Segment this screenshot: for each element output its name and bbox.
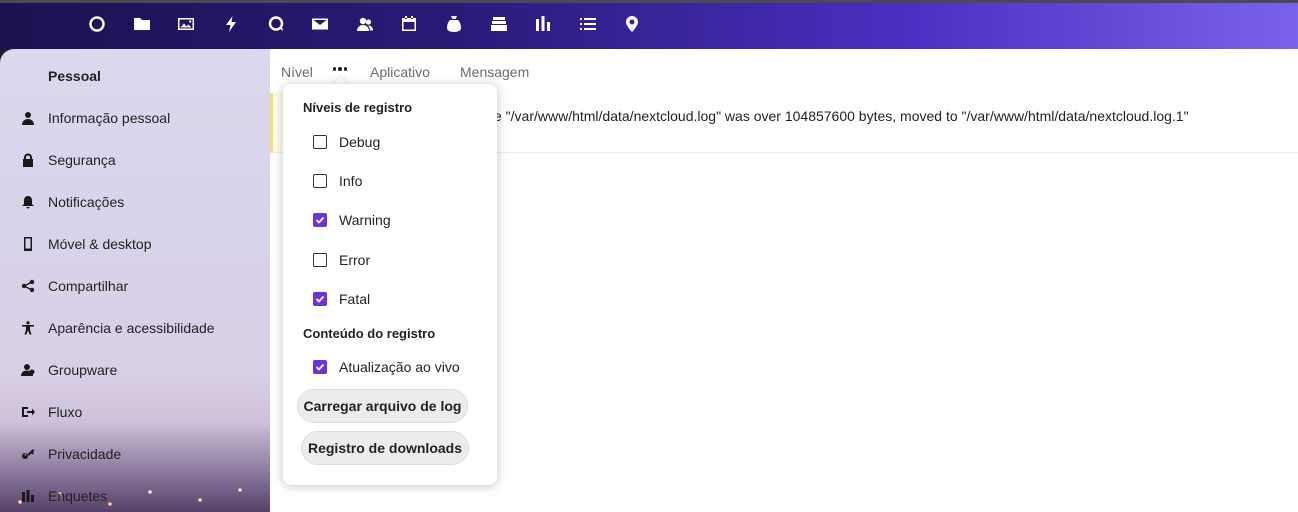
sidebar-section-title: Pessoal — [48, 68, 101, 84]
column-message[interactable]: Mensagem — [460, 64, 529, 80]
top-bar — [0, 0, 1298, 50]
app-talk[interactable] — [253, 14, 298, 38]
log-settings-popover: Níveis de registro Debug Info Warning Er… — [283, 84, 497, 485]
app-menu — [75, 14, 655, 38]
checkbox-label: Fatal — [339, 291, 371, 307]
log-message: e "/var/www/html/data/nextcloud.log" was… — [494, 108, 1189, 124]
sidebar-item-label: Segurança — [48, 152, 116, 168]
checkbox-box — [313, 360, 327, 374]
app-maps[interactable] — [610, 14, 655, 38]
checkbox-box — [313, 253, 327, 267]
sidebar-item-appearance[interactable]: Aparência e acessibilidade — [0, 307, 270, 349]
sidebar-item-mobile-desktop[interactable]: Móvel & desktop — [0, 223, 270, 265]
app-activity[interactable] — [209, 14, 254, 38]
app-dashboard[interactable] — [75, 14, 120, 38]
checkbox-label: Debug — [339, 134, 381, 150]
sidebar-item-label: Informação pessoal — [48, 110, 171, 126]
map-pin-icon — [623, 15, 641, 38]
sidebar-item-label: Enquetes — [48, 488, 108, 504]
app-files[interactable] — [120, 14, 165, 38]
key-icon — [21, 447, 35, 461]
window-strip — [0, 0, 1298, 3]
sidebar-item-personal-info[interactable]: Informação pessoal — [0, 97, 270, 139]
sidebar-item-label: Compartilhar — [48, 278, 129, 294]
list-icon — [579, 15, 597, 38]
lock-icon — [21, 153, 35, 167]
content-heading: Conteúdo do registro — [303, 326, 436, 341]
bell-icon — [21, 195, 35, 209]
accessibility-icon — [21, 321, 35, 335]
sidebar-item-flow[interactable]: Fluxo — [0, 391, 270, 433]
checkbox-box — [313, 292, 327, 306]
app-calendar[interactable] — [387, 14, 432, 38]
bar-chart-icon — [534, 15, 552, 38]
circle-icon — [88, 15, 106, 38]
sidebar-item-notifications[interactable]: Notificações — [0, 181, 270, 223]
column-level[interactable]: Nível — [281, 64, 313, 80]
poll-icon — [21, 489, 35, 503]
level-error-checkbox[interactable]: Error — [313, 249, 370, 271]
share-icon — [21, 279, 35, 293]
settings-sidebar: Pessoal Informação pessoal Segurança Not… — [0, 49, 270, 512]
level-warning-checkbox[interactable]: Warning — [313, 209, 391, 231]
sidebar-nav: Informação pessoal Segurança Notificaçõe… — [0, 97, 270, 512]
app-contacts[interactable] — [343, 14, 388, 38]
contacts-icon — [356, 15, 374, 38]
deck-icon — [490, 15, 508, 38]
checkbox-label: Info — [339, 173, 363, 189]
checkbox-label: Atualização ao vivo — [339, 359, 460, 375]
sidebar-item-label: Móvel & desktop — [48, 236, 152, 252]
level-info-checkbox[interactable]: Info — [313, 170, 362, 192]
app-cospend[interactable] — [432, 14, 477, 38]
app-tasks[interactable] — [566, 14, 611, 38]
app-deck[interactable] — [476, 14, 521, 38]
dot — [338, 67, 342, 71]
groupware-icon — [21, 363, 35, 377]
sidebar-item-privacy[interactable]: Privacidade — [0, 433, 270, 475]
checkbox-box — [313, 213, 327, 227]
sidebar-item-label: Privacidade — [48, 446, 122, 462]
app-mail[interactable] — [298, 14, 343, 38]
check-icon — [315, 363, 325, 371]
sidebar-item-groupware[interactable]: Groupware — [0, 349, 270, 391]
checkbox-label: Error — [339, 252, 371, 268]
calendar-icon — [400, 15, 418, 38]
download-log-button[interactable]: Registro de downloads — [301, 431, 469, 465]
checkbox-label: Warning — [339, 212, 391, 228]
checkbox-box — [313, 135, 327, 149]
mail-icon — [311, 15, 329, 38]
sidebar-item-label: Fluxo — [48, 404, 83, 420]
lightning-icon — [222, 15, 240, 38]
level-fatal-checkbox[interactable]: Fatal — [313, 288, 370, 310]
levels-heading: Níveis de registro — [303, 100, 413, 115]
sidebar-item-sharing[interactable]: Compartilhar — [0, 265, 270, 307]
sidebar-item-security[interactable]: Segurança — [0, 139, 270, 181]
load-log-file-button[interactable]: Carregar arquivo de log — [297, 389, 468, 423]
dot — [343, 67, 348, 71]
app-photos[interactable] — [164, 14, 209, 38]
app-analytics[interactable] — [521, 14, 566, 38]
sidebar-item-label: Aparência e acessibilidade — [48, 320, 215, 336]
chat-icon — [267, 15, 285, 38]
image-icon — [177, 15, 195, 38]
column-app[interactable]: Aplicativo — [370, 64, 430, 80]
sidebar-item-label: Notificações — [48, 194, 125, 210]
phone-icon — [21, 237, 35, 251]
money-bag-icon — [445, 15, 463, 38]
dot — [332, 67, 337, 71]
folder-icon — [133, 15, 151, 38]
user-icon — [21, 111, 35, 125]
check-icon — [315, 295, 325, 303]
sidebar-item-polls[interactable]: Enquetes — [0, 475, 270, 512]
level-debug-checkbox[interactable]: Debug — [313, 131, 380, 153]
check-icon — [315, 216, 325, 224]
sidebar-item-label: Groupware — [48, 362, 118, 378]
flow-icon — [21, 405, 35, 419]
checkbox-box — [313, 174, 327, 188]
live-update-checkbox[interactable]: Atualização ao vivo — [313, 356, 460, 378]
